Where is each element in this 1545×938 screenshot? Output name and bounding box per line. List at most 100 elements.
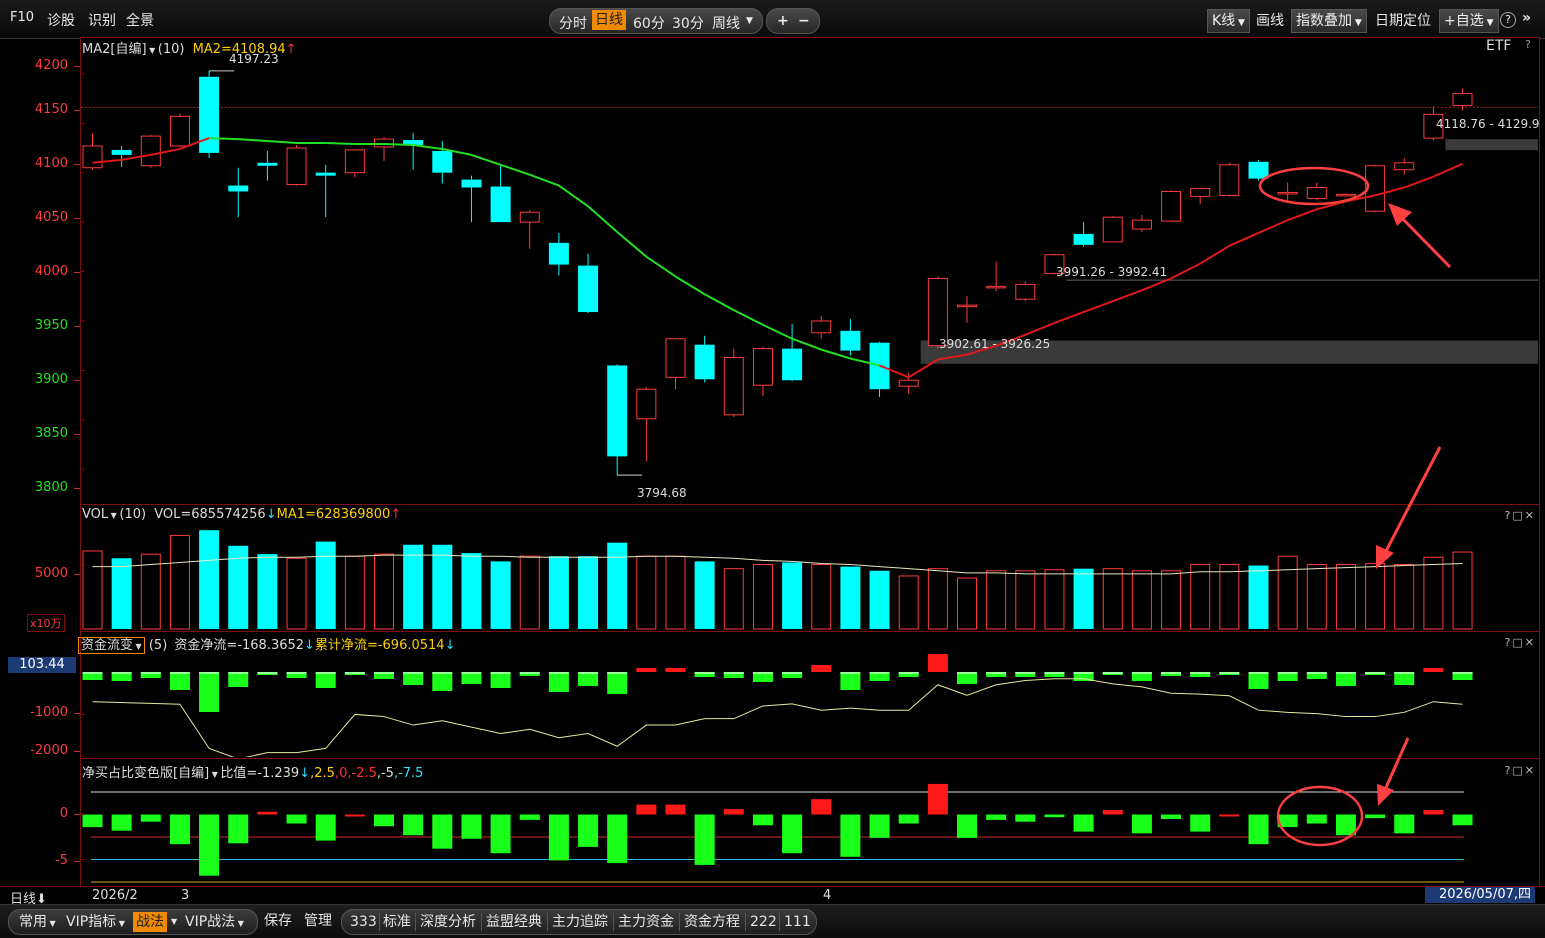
fullscreen-button[interactable]: 全景 [126,10,154,30]
ratio-bar [140,814,161,822]
date-locate-button[interactable]: 日期定位 [1375,10,1431,30]
panel-window-buttons[interactable]: ?□✕ [1505,636,1536,649]
flow-bar-cap [1102,672,1123,674]
candle-body [986,285,1007,289]
flow-bar-cap [403,672,424,674]
tool-tab-333[interactable]: 333 [350,912,377,932]
index-overlay-dropdown[interactable]: 指数叠加 ▼ [1291,9,1367,33]
kline-dropdown[interactable]: K线 ▼ [1207,9,1250,33]
panel-window-buttons[interactable]: ?□✕ [1505,764,1536,777]
add-watchlist-dropdown[interactable]: +自选 ▼ [1439,9,1499,33]
fund-flow-chart[interactable] [81,652,1538,757]
save-button[interactable]: 保存 [264,911,292,931]
ma-line-segment [529,173,560,187]
price-y-tick: 4150 [8,102,80,117]
draw-line-button[interactable]: 画线 [1256,10,1284,30]
flow-bar [548,672,569,692]
manage-button[interactable]: 管理 [304,911,332,931]
candlestick-chart[interactable] [81,54,1538,503]
ma-line-segment [413,144,443,150]
volume-bar [344,555,365,630]
add-watchlist-label: +自选 [1444,13,1484,29]
flow-bar-cap [1394,672,1415,674]
volume-bar [1365,562,1386,630]
candle-body [1452,93,1473,106]
period-tab-intraday[interactable]: 分时 [559,13,587,33]
tab-common[interactable]: 常用 ▼ [19,912,56,932]
flow-bar-cap [1073,672,1094,674]
time-axis-label: 4 [823,888,832,903]
flow-indicator-name: 资金流变 [81,638,134,653]
flow-net-value: 资金净流=-168.3652 [174,638,305,653]
price-y-tick: 4100 [8,156,80,171]
ratio-bar [723,809,744,815]
ratio-bar [519,814,540,820]
help-icon[interactable]: ? [1525,38,1531,51]
flow-current-value: 103.44 [8,657,76,673]
period-tab-weekly[interactable]: 周线 [712,13,740,33]
flow-bar-cap [111,672,132,674]
volume-bar [111,558,132,629]
vol-indicator-name[interactable]: VOL [82,507,108,522]
etf-label: ETF [1486,38,1512,54]
tool-tab-111[interactable]: 111 [784,912,811,932]
flow-bar-cap [344,672,365,674]
volume-bar [519,555,540,630]
period-tab-daily[interactable]: 日线 [592,10,626,30]
period-tab-30m[interactable]: 30分 [672,13,704,33]
flow-bar-cap [257,672,278,674]
flow-bar [927,654,948,672]
bottom-tabbar: 常用 ▼ VIP指标 ▼ 战法 ▼ VIP战法 ▼ 保存 管理 333 标准 深… [0,904,1545,938]
arrow-down-icon: ↓ [265,507,277,522]
candle-body [315,172,336,176]
candle-body [490,186,511,223]
ma-line-segment [616,231,647,258]
flow-bar-cap [519,672,540,674]
tool-tab-main-tracking[interactable]: 主力追踪 [552,912,608,932]
f10-button[interactable]: F10 [10,10,34,25]
volume-bar [1306,564,1327,630]
period-tab-60m[interactable]: 60分 [633,13,665,33]
chevron-down-icon[interactable]: ▼ [746,16,753,26]
panel-window-buttons[interactable]: ?□✕ [1505,509,1536,522]
tool-tab-fund-equation[interactable]: 资金方程 [684,912,740,932]
volume-chart[interactable] [81,523,1538,630]
tab-vip-indicator[interactable]: VIP指标 ▼ [66,912,125,932]
candle-body [1335,193,1356,197]
flow-bar-cap [1190,672,1211,674]
candle-body [1394,162,1415,171]
help-icon[interactable]: ? [1500,12,1516,28]
flow-bar [578,672,599,686]
zoom-out-button[interactable]: − [798,13,810,29]
ratio-bar [111,814,132,831]
chevron-down-icon: ▼ [1235,18,1245,28]
flow-y-tick: -2000 [8,743,80,758]
volume-bar [927,568,948,630]
tool-tab-classic[interactable]: 益盟经典 [486,912,542,932]
flow-bar-cap [1161,672,1182,674]
chevron-down-icon: ▼ [47,919,56,928]
chevron-down-icon[interactable]: ▼ [171,912,177,932]
volume-bar [1131,570,1152,630]
tool-tab-deep-analysis[interactable]: 深度分析 [420,912,476,932]
candle-body [344,149,365,174]
tab-vip-strategy[interactable]: VIP战法 ▼ [185,912,244,932]
chevron-down-icon[interactable]: ▼ [209,770,220,779]
tab-strategy[interactable]: 战法 [133,912,167,932]
ratio-bar [986,814,1007,820]
chevron-down-icon[interactable]: ▼ [108,511,119,520]
net-buy-ratio-chart[interactable] [81,779,1538,886]
identify-button[interactable]: 识别 [88,10,116,30]
flow-bar-cap [140,672,161,674]
volume-bar [199,530,220,629]
zoom-in-button[interactable]: + [777,13,789,29]
tool-tab-222[interactable]: 222 [750,912,777,932]
divider [481,913,482,931]
collapse-icon[interactable]: » [1522,10,1531,26]
volume-bar [169,534,190,630]
volume-bar [490,561,511,629]
tool-tab-main-funds[interactable]: 主力资金 [618,912,674,932]
tool-tab-standard[interactable]: 标准 [383,912,411,932]
diagnose-button[interactable]: 诊股 [47,10,75,30]
chevron-down-icon: ▼ [1352,18,1362,28]
